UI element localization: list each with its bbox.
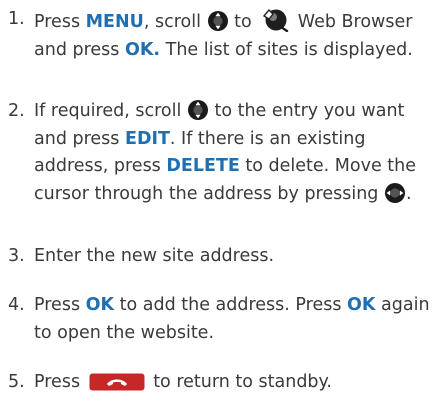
step-text: Press OK to add the address. Press OK ag…: [34, 292, 440, 347]
step-number: 1.: [8, 9, 25, 29]
instruction-steps: 1. Press MENU, scroll to Web Browser and…: [0, 0, 446, 419]
step-text-segment: If required, scroll: [34, 101, 187, 121]
step-text-segment: Press: [34, 372, 86, 392]
step-4: 4. Press OK to add the address. Press OK…: [8, 292, 440, 347]
step-number: 4.: [8, 295, 25, 315]
step-text-segment: The list of sites is displayed.: [160, 39, 413, 60]
step-text-segment: .: [405, 183, 412, 204]
end-call-key-icon: [89, 373, 145, 391]
step-5: 5. Press to return to standby.: [8, 369, 440, 397]
edit-key-label: EDIT: [124, 128, 170, 149]
step-3: 3. Enter the new site address.: [8, 243, 440, 271]
nav-up-down-icon: [207, 10, 229, 32]
step-text: If required, scroll to the entry you wan…: [34, 98, 440, 208]
step-1: 1. Press MENU, scroll to Web Browser and…: [8, 6, 440, 64]
menu-key-label: MENU: [85, 12, 144, 32]
delete-key-label: DELETE: [166, 156, 240, 176]
web-browser-icon: [260, 6, 290, 32]
step-text-segment: Press: [34, 12, 86, 32]
nav-up-down-icon: [187, 99, 209, 121]
step-number: 2.: [8, 101, 25, 121]
ok-key-label: OK: [85, 295, 115, 315]
step-number: 5.: [8, 372, 25, 392]
ok-key-label: OK.: [124, 39, 161, 60]
step-text: Press to return to standby.: [34, 369, 440, 397]
step-text-segment: to return to standby.: [147, 372, 332, 392]
step-text-segment: Press: [34, 295, 86, 315]
step-text-segment: to add the address. Press: [114, 295, 348, 315]
step-text-segment: , scroll: [143, 12, 207, 32]
ok-key-label: OK: [347, 295, 376, 315]
step-text: Press MENU, scroll to Web Browser and pr…: [34, 6, 440, 64]
nav-left-right-icon: [384, 182, 406, 204]
step-number: 3.: [8, 246, 25, 266]
step-text-segment: Enter the new site address.: [34, 246, 275, 266]
step-2: 2. If required, scroll to the entry you …: [8, 98, 440, 208]
step-text-segment: to: [228, 12, 258, 32]
step-text: Enter the new site address.: [34, 243, 440, 271]
